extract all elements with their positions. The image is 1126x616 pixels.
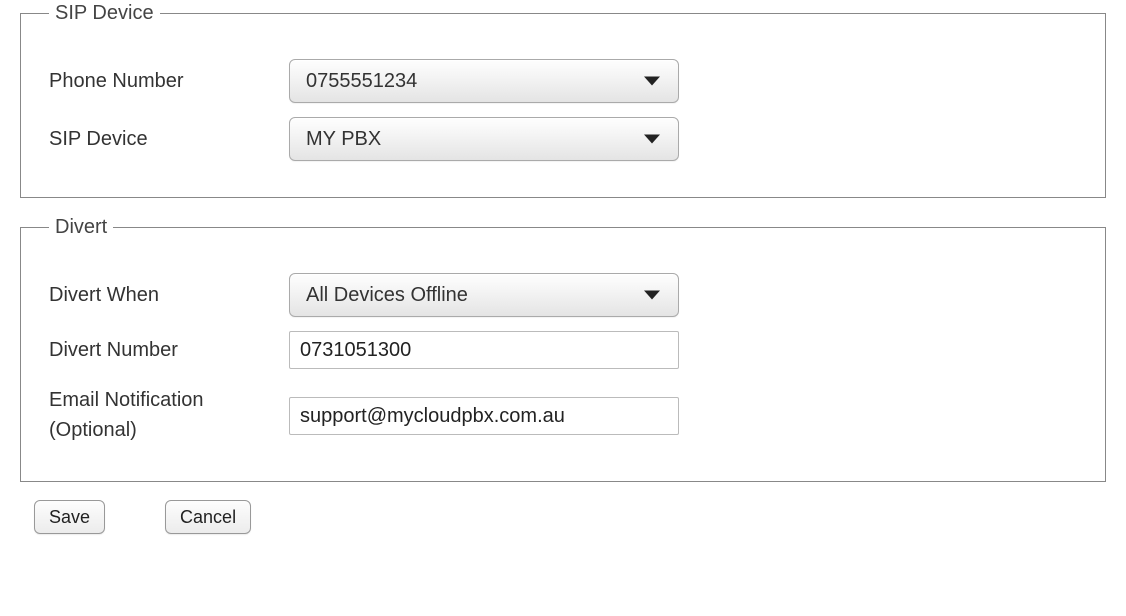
sip-device-label: SIP Device xyxy=(49,128,289,151)
phone-number-row: Phone Number 0755551234 xyxy=(49,59,1077,103)
divert-when-value: All Devices Offline xyxy=(306,284,468,307)
email-row: Email Notification (Optional) xyxy=(49,383,1077,445)
chevron-down-icon xyxy=(644,291,660,300)
divert-fieldset: Divert Divert When All Devices Offline D… xyxy=(20,216,1106,482)
sip-device-select[interactable]: MY PBX xyxy=(289,117,679,161)
sip-device-value: MY PBX xyxy=(306,128,381,151)
chevron-down-icon xyxy=(644,77,660,86)
phone-number-select[interactable]: 0755551234 xyxy=(289,59,679,103)
divert-when-row: Divert When All Devices Offline xyxy=(49,273,1077,317)
sip-device-row: SIP Device MY PBX xyxy=(49,117,1077,161)
divert-when-select[interactable]: All Devices Offline xyxy=(289,273,679,317)
phone-number-value: 0755551234 xyxy=(306,70,417,93)
cancel-button[interactable]: Cancel xyxy=(165,500,251,534)
save-button[interactable]: Save xyxy=(34,500,105,534)
phone-number-label: Phone Number xyxy=(49,70,289,93)
chevron-down-icon xyxy=(644,135,660,144)
divert-number-label: Divert Number xyxy=(49,339,289,362)
divert-when-label: Divert When xyxy=(49,284,289,307)
divert-number-row: Divert Number xyxy=(49,331,1077,369)
email-label: Email Notification (Optional) xyxy=(49,383,289,445)
sip-device-fieldset: SIP Device Phone Number 0755551234 SIP D… xyxy=(20,2,1106,198)
divert-legend: Divert xyxy=(49,216,113,239)
sip-device-legend: SIP Device xyxy=(49,2,160,25)
email-input[interactable] xyxy=(289,397,679,435)
button-bar: Save Cancel xyxy=(34,500,1106,534)
divert-number-input[interactable] xyxy=(289,331,679,369)
